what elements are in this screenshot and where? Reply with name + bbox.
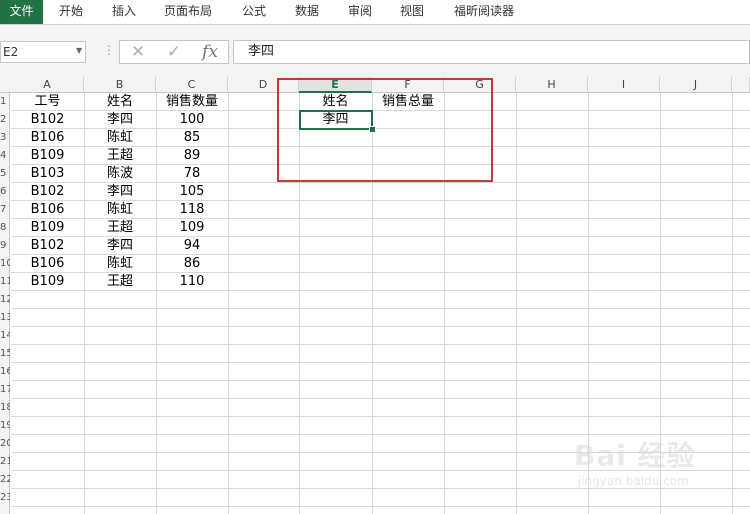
row-header-20[interactable]: 20 [0, 435, 10, 453]
row-header-6[interactable]: 6 [0, 183, 10, 201]
name-box[interactable]: E2 [0, 41, 86, 63]
chevron-down-icon[interactable]: ▼ [76, 46, 82, 55]
grid-line [516, 93, 517, 514]
formula-bar: E2 ▼ ⋮ ✕ ✓ fx 李四 [0, 25, 750, 77]
ribbon-tab-bar: 文件 开始 插入 页面布局 公式 数据 审阅 视图 福昕阅读器 [0, 0, 750, 25]
cell-c7[interactable]: 118 [156, 201, 228, 219]
tab-file[interactable]: 文件 [0, 0, 43, 24]
cell-a2[interactable]: B102 [11, 111, 84, 129]
row-header-17[interactable]: 17 [0, 381, 10, 399]
cell-a9[interactable]: B102 [11, 237, 84, 255]
cell-b2[interactable]: 李四 [84, 111, 156, 129]
fx-icon[interactable]: fx [198, 41, 222, 63]
cell-b9[interactable]: 李四 [84, 237, 156, 255]
header-cell-employee-id[interactable]: 工号 [11, 93, 84, 111]
grid-line [11, 344, 750, 345]
row-header-13[interactable]: 13 [0, 309, 10, 327]
watermark-url: jingyan.baidu.com [578, 474, 689, 488]
cell-c4[interactable]: 89 [156, 147, 228, 165]
cell-a11[interactable]: B109 [11, 273, 84, 291]
cell-a4[interactable]: B109 [11, 147, 84, 165]
cell-b7[interactable]: 陈虹 [84, 201, 156, 219]
cell-a10[interactable]: B106 [11, 255, 84, 273]
tab-data[interactable]: 数据 [295, 0, 319, 24]
grid-line [11, 506, 750, 507]
cell-b6[interactable]: 李四 [84, 183, 156, 201]
grid-line [11, 308, 750, 309]
row-header-4[interactable]: 4 [0, 147, 10, 165]
header-cell-name[interactable]: 姓名 [84, 93, 156, 111]
cell-c2[interactable]: 100 [156, 111, 228, 129]
cell-b5[interactable]: 陈波 [84, 165, 156, 183]
column-header-j[interactable]: J [660, 77, 732, 93]
cell-c11[interactable]: 110 [156, 273, 228, 291]
cell-b4[interactable]: 王超 [84, 147, 156, 165]
grid-line [11, 362, 750, 363]
watermark-brand: Bai 经验 [574, 439, 696, 472]
row-header-22[interactable]: 22 [0, 471, 10, 489]
tab-review[interactable]: 审阅 [348, 0, 372, 24]
row-header-18[interactable]: 18 [0, 399, 10, 417]
cell-a5[interactable]: B103 [11, 165, 84, 183]
row-header-7[interactable]: 7 [0, 201, 10, 219]
grid-line [11, 416, 750, 417]
cell-b10[interactable]: 陈虹 [84, 255, 156, 273]
formula-input[interactable]: 李四 [233, 40, 750, 64]
check-icon[interactable]: ✓ [162, 41, 186, 63]
tab-formulas[interactable]: 公式 [242, 0, 266, 24]
cell-c5[interactable]: 78 [156, 165, 228, 183]
x-icon[interactable]: ✕ [126, 41, 150, 63]
tab-insert[interactable]: 插入 [112, 0, 136, 24]
cell-b11[interactable]: 王超 [84, 273, 156, 291]
column-header-a[interactable]: A [11, 77, 84, 93]
row-header-9[interactable]: 9 [0, 237, 10, 255]
row-header-12[interactable]: 12 [0, 291, 10, 309]
row-header-11[interactable]: 11 [0, 273, 10, 291]
cell-a7[interactable]: B106 [11, 201, 84, 219]
row-header-23[interactable]: 23 [0, 489, 10, 507]
row-header-5[interactable]: 5 [0, 165, 10, 183]
baidu-watermark: Bai 经验 jingyan.baidu.com [574, 434, 750, 494]
row-header-19[interactable]: 19 [0, 417, 10, 435]
cell-a6[interactable]: B102 [11, 183, 84, 201]
column-header-b[interactable]: B [84, 77, 156, 93]
cell-c3[interactable]: 85 [156, 129, 228, 147]
row-header-1[interactable]: 1 [0, 93, 10, 111]
tab-foxit-reader[interactable]: 福昕阅读器 [454, 0, 514, 24]
row-header-16[interactable]: 16 [0, 363, 10, 381]
formula-buttons: ✕ ✓ fx [119, 40, 229, 64]
highlight-annotation-box [277, 78, 493, 182]
row-header-15[interactable]: 15 [0, 345, 10, 363]
cell-c9[interactable]: 94 [156, 237, 228, 255]
grid-line [11, 326, 750, 327]
column-header-k[interactable] [732, 77, 750, 93]
column-header-c[interactable]: C [156, 77, 228, 93]
grid-line [11, 380, 750, 381]
cell-c8[interactable]: 109 [156, 219, 228, 237]
column-header-i[interactable]: I [588, 77, 660, 93]
cell-a8[interactable]: B109 [11, 219, 84, 237]
cell-b8[interactable]: 王超 [84, 219, 156, 237]
row-header-10[interactable]: 10 [0, 255, 10, 273]
column-header-h[interactable]: H [516, 77, 588, 93]
more-options-icon[interactable]: ⋮ [103, 43, 115, 57]
header-cell-sales-qty[interactable]: 销售数量 [156, 93, 228, 111]
tab-view[interactable]: 视图 [400, 0, 424, 24]
tab-home[interactable]: 开始 [59, 0, 83, 24]
cell-b3[interactable]: 陈虹 [84, 129, 156, 147]
grid-line [228, 93, 229, 514]
cell-c6[interactable]: 105 [156, 183, 228, 201]
cell-c10[interactable]: 86 [156, 255, 228, 273]
cell-a3[interactable]: B106 [11, 129, 84, 147]
row-header-2[interactable]: 2 [0, 111, 10, 129]
row-header-3[interactable]: 3 [0, 129, 10, 147]
grid-line [11, 398, 750, 399]
row-header-21[interactable]: 21 [0, 453, 10, 471]
tab-page-layout[interactable]: 页面布局 [164, 0, 212, 24]
row-header-14[interactable]: 14 [0, 327, 10, 345]
row-header-8[interactable]: 8 [0, 219, 10, 237]
